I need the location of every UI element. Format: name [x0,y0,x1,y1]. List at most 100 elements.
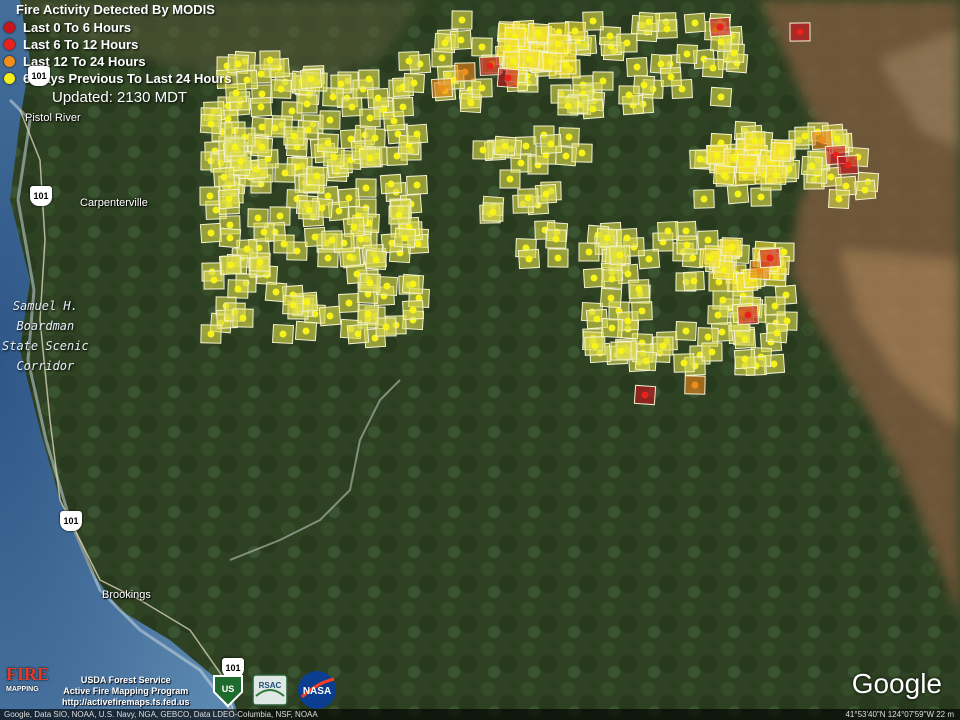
fire-detection-square [545,229,567,249]
satellite-map[interactable] [0,0,960,720]
fire-detection-square [633,384,657,406]
fire-detection-square [337,187,361,209]
fire-detection-square [496,67,520,89]
red-dot-icon [4,22,15,33]
route-shield-icon: 101 [60,511,82,531]
fire-detection-square [800,155,824,177]
fire-detection-square [392,96,414,118]
corridor-line: Corridor [16,359,75,373]
fire-detection-square [317,132,339,154]
fire-detection-square [499,169,521,189]
fire-detection-square [227,279,249,299]
fire-detection-square [359,148,381,168]
fire-detection-square [708,16,732,38]
fire-detection-square [364,128,386,148]
place-brookings: Brookings [102,589,151,601]
attribution-bar: Google, Data SIO, NOAA, U.S. Navy, NGA, … [0,709,960,720]
fire-detection-square [379,173,403,195]
fire-logo-sub: MAPPING [6,686,39,693]
fire-detection-square [200,324,222,344]
fire-detection-square [299,68,323,90]
fire-detection-square [631,301,653,321]
fire-detection-square [199,113,223,135]
fire-detection-square [534,183,558,205]
fire-detection-square [526,22,550,44]
fire-detection-square [828,188,850,210]
fire-detection-square [737,305,759,325]
fire-detection-square [517,48,541,70]
fire-detection-square [673,353,695,373]
fire-detection-square [449,29,473,51]
fire-detection-square [616,227,638,249]
fire-detection-square [249,96,273,118]
svg-text:RSAC: RSAC [259,681,282,690]
fire-detection-square [657,220,679,242]
fire-detection-square [626,56,648,78]
fire-detection-square [733,348,757,370]
fire-detection-square [199,186,221,206]
fire-detection-square [707,305,729,325]
fire-detection-square [218,227,242,249]
fire-detection-square [294,320,318,342]
updated-time: Updated: 2130 MDT [52,89,188,106]
fire-detection-square [346,323,370,345]
fire-detection-square [683,270,705,292]
corridor-line: Samuel H. [12,299,78,313]
fire-detection-square [539,133,563,155]
corridor-line: State Scenic [2,339,89,353]
fire-detection-square [398,51,420,71]
fire-detection-square [306,165,328,187]
corridor-line: Boardman [16,319,75,333]
fire-detection-square [609,244,631,266]
credit-url-link[interactable]: http://activefiremaps.fs.fed.us [62,697,190,708]
yellow-dot-icon [4,73,15,84]
fire-detection-square [744,131,766,151]
fire-detection-square [393,227,417,249]
credit-line: USDA Forest Service [80,675,171,685]
fire-detection-square [584,336,606,356]
fire-detection-square [701,57,725,79]
fire-detection-square [660,66,682,88]
fire-detection-square [296,94,318,114]
fire-detection-square [517,188,539,208]
red-dot-icon [4,39,15,50]
fire-detection-square [406,175,428,195]
google-logo: Google [851,668,942,699]
fire-detection-square [247,208,269,228]
legend-label: Last 6 To 12 Hours [23,37,139,52]
fire-detection-square [853,179,877,201]
fire-detection-square [366,87,390,109]
fire-detection-square [693,189,715,209]
route-shield-icon: 101 [28,66,50,86]
place-carpenterville: Carpenterville [80,197,148,209]
fire-detection-square [699,248,721,268]
place-pistol-river: Pistol River [25,112,81,124]
nasa-logo-icon: NASA [298,671,336,709]
fire-detection-square [270,79,292,99]
place-boardman-corridor: Samuel H. Boardman State Scenic Corridor [2,296,89,376]
usfs-credit: USDA Forest Service Active Fire Mapping … [62,675,190,708]
fire-detection-square [578,242,600,262]
fire-detection-square [220,255,242,275]
fire-detection-square [274,163,296,183]
fire-detection-square [735,153,759,175]
fire-detection-square [259,50,281,70]
fire-detection-square [272,323,294,345]
fire-detection-square [758,247,782,269]
fire-detection-square [402,300,424,320]
fire-detection-square [318,305,342,327]
fire-detection-square [338,293,360,313]
fire-detection-square [401,273,425,295]
fire-detection-square [451,10,473,30]
fire-detection-square [837,154,859,176]
fire-detection-square [341,96,363,118]
fire-detection-square [628,279,650,299]
fire-detection-square [709,86,733,108]
fire-detection-square [599,287,623,309]
fire-detection-square [634,350,658,372]
fire-detection-square [388,205,410,225]
legend-item: Last 0 To 6 Hours [4,19,232,36]
fire-detection-square [547,34,569,54]
fire-detection-square [359,273,381,293]
fire-detection-square [675,320,697,342]
